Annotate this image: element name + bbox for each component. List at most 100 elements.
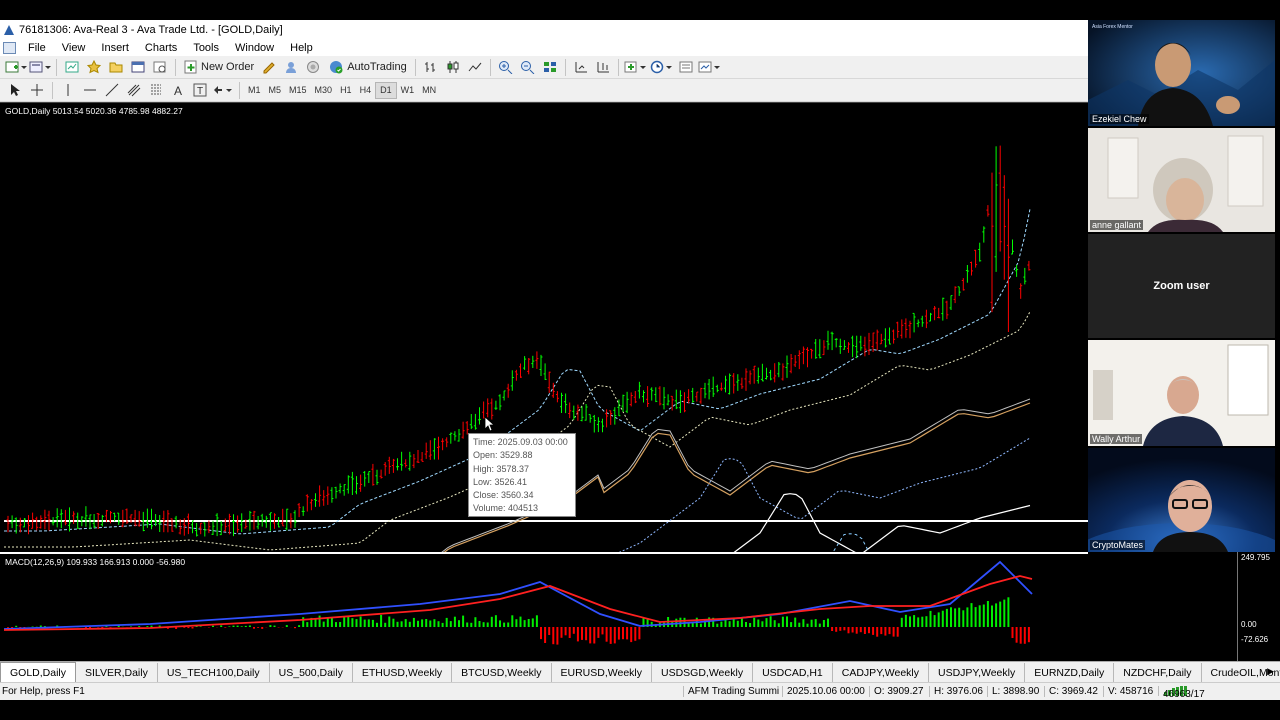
chart-info-label: GOLD,Daily 5013.54 5020.36 4785.98 4882.…: [5, 106, 183, 116]
tooltip-low: Low: 3526.41: [473, 476, 528, 487]
tooltip-close: Close: 3560.34: [473, 490, 534, 501]
chart-tab[interactable]: NZDCHF,Daily: [1114, 663, 1202, 682]
video-tile[interactable]: CryptoMates: [1088, 448, 1275, 552]
candle-tooltip: Time: 2025.09.03 00:00 Open: 3529.88 Hig…: [468, 433, 576, 517]
menu-view[interactable]: View: [54, 42, 94, 54]
timeframe-h1-button[interactable]: H1: [336, 82, 356, 99]
candlestick-icon[interactable]: [443, 58, 463, 77]
timeframe-m30-button[interactable]: M30: [311, 82, 337, 99]
timeframe-d1-button[interactable]: D1: [375, 81, 397, 99]
menu-window[interactable]: Window: [227, 42, 282, 54]
video-tile[interactable]: Asia Forex Mentor Ezekiel Chew: [1088, 20, 1275, 126]
indicators-button[interactable]: [624, 58, 648, 77]
participant-name: Wally Arthur: [1090, 434, 1143, 444]
timeframe-w1-button[interactable]: W1: [397, 82, 419, 99]
video-tile[interactable]: anne gallant: [1088, 128, 1275, 232]
macd-info-label: MACD(12,26,9) 109.933 166.913 0.000 -56.…: [5, 557, 186, 567]
chart-tab[interactable]: GOLD,Daily: [0, 662, 77, 682]
document-icon[interactable]: [3, 41, 16, 54]
chart-tab[interactable]: USDSGD,Weekly: [652, 663, 754, 682]
menu-file[interactable]: File: [20, 42, 54, 54]
bottom-letterbox: [0, 700, 1280, 720]
fibonacci-icon[interactable]: [146, 81, 166, 100]
vertical-line-icon[interactable]: [58, 81, 78, 100]
menu-insert[interactable]: Insert: [93, 42, 137, 54]
drawing-toolbar: A T M1 M5 M15 M30 H1 H4 D1 W1 MN: [0, 79, 1088, 102]
status-high: H: 3976.06: [929, 686, 983, 697]
app-logo-icon: [4, 24, 14, 35]
standard-toolbar: New Order AutoTrading: [0, 56, 1088, 79]
toolbar-separator: [52, 81, 53, 99]
timeframe-h4-button[interactable]: H4: [356, 82, 376, 99]
chart-tab[interactable]: CADJPY,Weekly: [833, 663, 929, 682]
video-overlay-badge: Asia Forex Mentor: [1092, 24, 1133, 30]
trendline-icon[interactable]: [102, 81, 122, 100]
chart-tab[interactable]: US_500,Daily: [270, 663, 353, 682]
chart-tab[interactable]: SILVER,Daily: [76, 663, 158, 682]
new-chart-button[interactable]: [5, 58, 27, 77]
timeframe-m1-button[interactable]: M1: [244, 82, 265, 99]
text-icon[interactable]: A: [168, 81, 188, 100]
timeframe-mn-button[interactable]: MN: [418, 82, 440, 99]
market-watch-icon[interactable]: [62, 58, 82, 77]
video-tile[interactable]: Wally Arthur: [1088, 340, 1275, 446]
bar-chart-icon[interactable]: [421, 58, 441, 77]
tooltip-high: High: 3578.37: [473, 463, 530, 474]
video-tile[interactable]: Zoom user: [1088, 234, 1275, 338]
data-window-icon[interactable]: [84, 58, 104, 77]
status-profile: AFM Trading Summi: [683, 686, 779, 697]
chart-tab[interactable]: EURNZD,Daily: [1025, 663, 1115, 682]
svg-text:T: T: [197, 86, 203, 97]
menu-charts[interactable]: Charts: [137, 42, 185, 54]
tab-scroll-right-icon[interactable]: ▶: [1267, 666, 1274, 677]
strategy-tester-icon[interactable]: [150, 58, 170, 77]
menu-tools[interactable]: Tools: [185, 42, 227, 54]
toolbar-separator: [564, 58, 566, 76]
arrows-dropdown-button[interactable]: [212, 81, 234, 100]
channel-icon[interactable]: [124, 81, 144, 100]
autoscroll-icon[interactable]: [593, 58, 613, 77]
chart-tab[interactable]: US_TECH100,Daily: [158, 663, 270, 682]
status-bar: For Help, press F1 AFM Trading Summi 202…: [0, 682, 1280, 711]
macd-subwindow[interactable]: MACD(12,26,9) 109.933 166.913 0.000 -56.…: [0, 552, 1088, 667]
chart-tab[interactable]: USDCAD,H1: [753, 663, 833, 682]
chart-tab[interactable]: ETHUSD,Weekly: [353, 663, 453, 682]
templates-dropdown-button[interactable]: [698, 58, 722, 77]
window-title: 76181306: Ava-Real 3 - Ava Trade Ltd. - …: [19, 23, 283, 36]
autotrading-button[interactable]: AutoTrading: [325, 58, 410, 77]
text-label-icon[interactable]: T: [190, 81, 210, 100]
crosshair-icon[interactable]: [27, 81, 47, 100]
chart-tab[interactable]: BTCUSD,Weekly: [452, 663, 552, 682]
horizontal-line-icon[interactable]: [80, 81, 100, 100]
video-gallery: Asia Forex Mentor Ezekiel Chew anne gall…: [1088, 20, 1280, 552]
line-chart-icon[interactable]: [465, 58, 485, 77]
toolbar-separator: [56, 58, 57, 76]
macd-canvas[interactable]: [0, 554, 1088, 667]
signals-icon[interactable]: [281, 58, 301, 77]
timeframe-m15-button[interactable]: M15: [285, 82, 311, 99]
chart-tab[interactable]: EURUSD,Weekly: [552, 663, 652, 682]
status-open: O: 3909.27: [869, 686, 923, 697]
navigator-icon[interactable]: [106, 58, 126, 77]
zoom-out-icon[interactable]: [518, 58, 538, 77]
status-traffic: 46963/17 kb: [1158, 686, 1205, 711]
metaeditor-icon[interactable]: [259, 58, 279, 77]
tile-windows-icon[interactable]: [540, 58, 560, 77]
participant-name: CryptoMates: [1090, 540, 1146, 550]
cursor-icon[interactable]: [5, 81, 25, 100]
chart-tab[interactable]: USDJPY,Weekly: [929, 663, 1026, 682]
zoom-in-icon[interactable]: [496, 58, 516, 77]
terminal-icon[interactable]: [128, 58, 148, 77]
tooltip-volume: Volume: 404513: [473, 503, 539, 514]
profiles-button[interactable]: [29, 58, 51, 77]
timeframe-m5-button[interactable]: M5: [265, 82, 286, 99]
macd-main-line: [3, 560, 1033, 630]
chart-shift-icon[interactable]: [571, 58, 591, 77]
top-letterbox: [0, 0, 1280, 20]
metatrader-window: 76181306: Ava-Real 3 - Ava Trade Ltd. - …: [0, 20, 1088, 700]
new-order-button[interactable]: New Order: [181, 58, 257, 77]
periods-button[interactable]: [650, 58, 674, 77]
menu-help[interactable]: Help: [282, 42, 321, 54]
market-icon[interactable]: [303, 58, 323, 77]
templates-icon[interactable]: [676, 58, 696, 77]
